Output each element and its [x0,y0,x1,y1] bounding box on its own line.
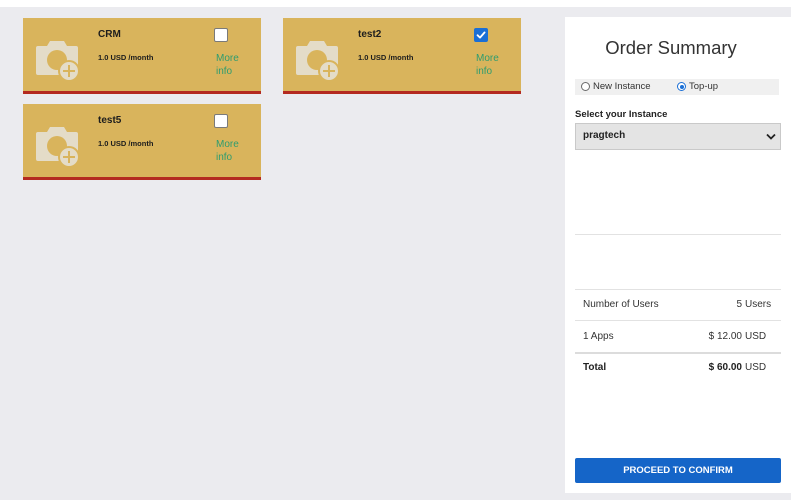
product-name: CRM [98,29,121,40]
select-instance-label: Select your Instance [575,109,668,120]
radio-label: Top-up [689,81,719,92]
top-strip [0,0,791,7]
add-photo-icon [31,29,83,82]
product-price: 1.0 USD /month [98,139,154,148]
total-label: Total [583,362,607,373]
radio-unselected-icon [581,82,590,91]
divider [575,320,781,321]
product-card-crm[interactable]: CRM 1.0 USD /month More info [23,18,261,94]
row-value: 5 [736,299,742,310]
row-unit: Users [745,299,772,310]
product-price: 1.0 USD /month [98,53,154,62]
product-card-test5[interactable]: test5 1.0 USD /month More info [23,104,261,180]
radio-top-up[interactable]: Top-up [677,81,718,92]
order-summary-panel: Order Summary New Instance Top-up Select… [565,17,791,493]
divider [575,289,781,290]
checkmark-icon [476,31,486,39]
proceed-to-confirm-button[interactable]: PROCEED TO CONFIRM [575,458,781,483]
more-info-link[interactable]: More info [216,138,256,164]
divider [575,234,781,235]
instance-type-radio-group: New Instance Top-up [575,79,779,95]
more-info-link[interactable]: More info [476,52,516,78]
divider [575,352,781,354]
add-photo-icon [31,115,83,168]
row-unit: USD [745,331,767,342]
order-summary-title: Order Summary [605,37,737,58]
row-value: $ 12.00 [708,331,742,342]
radio-selected-icon [677,82,686,91]
product-name: test5 [98,115,122,126]
product-price: 1.0 USD /month [358,53,414,62]
more-info-link[interactable]: More info [216,52,256,78]
product-checkbox[interactable] [214,28,228,42]
row-label: Number of Users [583,299,659,310]
product-name: test2 [358,29,382,40]
instance-select[interactable]: pragtech [575,123,781,150]
total-value: $ 60.00 [708,362,742,373]
add-photo-icon [291,29,343,82]
radio-label: New Instance [593,81,651,92]
row-label: 1 Apps [583,331,614,342]
total-unit: USD [745,362,767,373]
instance-select-value: pragtech [583,130,626,141]
product-checkbox[interactable] [474,28,488,42]
radio-new-instance[interactable]: New Instance [581,81,651,92]
chevron-down-icon [766,133,776,144]
product-checkbox[interactable] [214,114,228,128]
product-card-test2[interactable]: test2 1.0 USD /month More info [283,18,521,94]
